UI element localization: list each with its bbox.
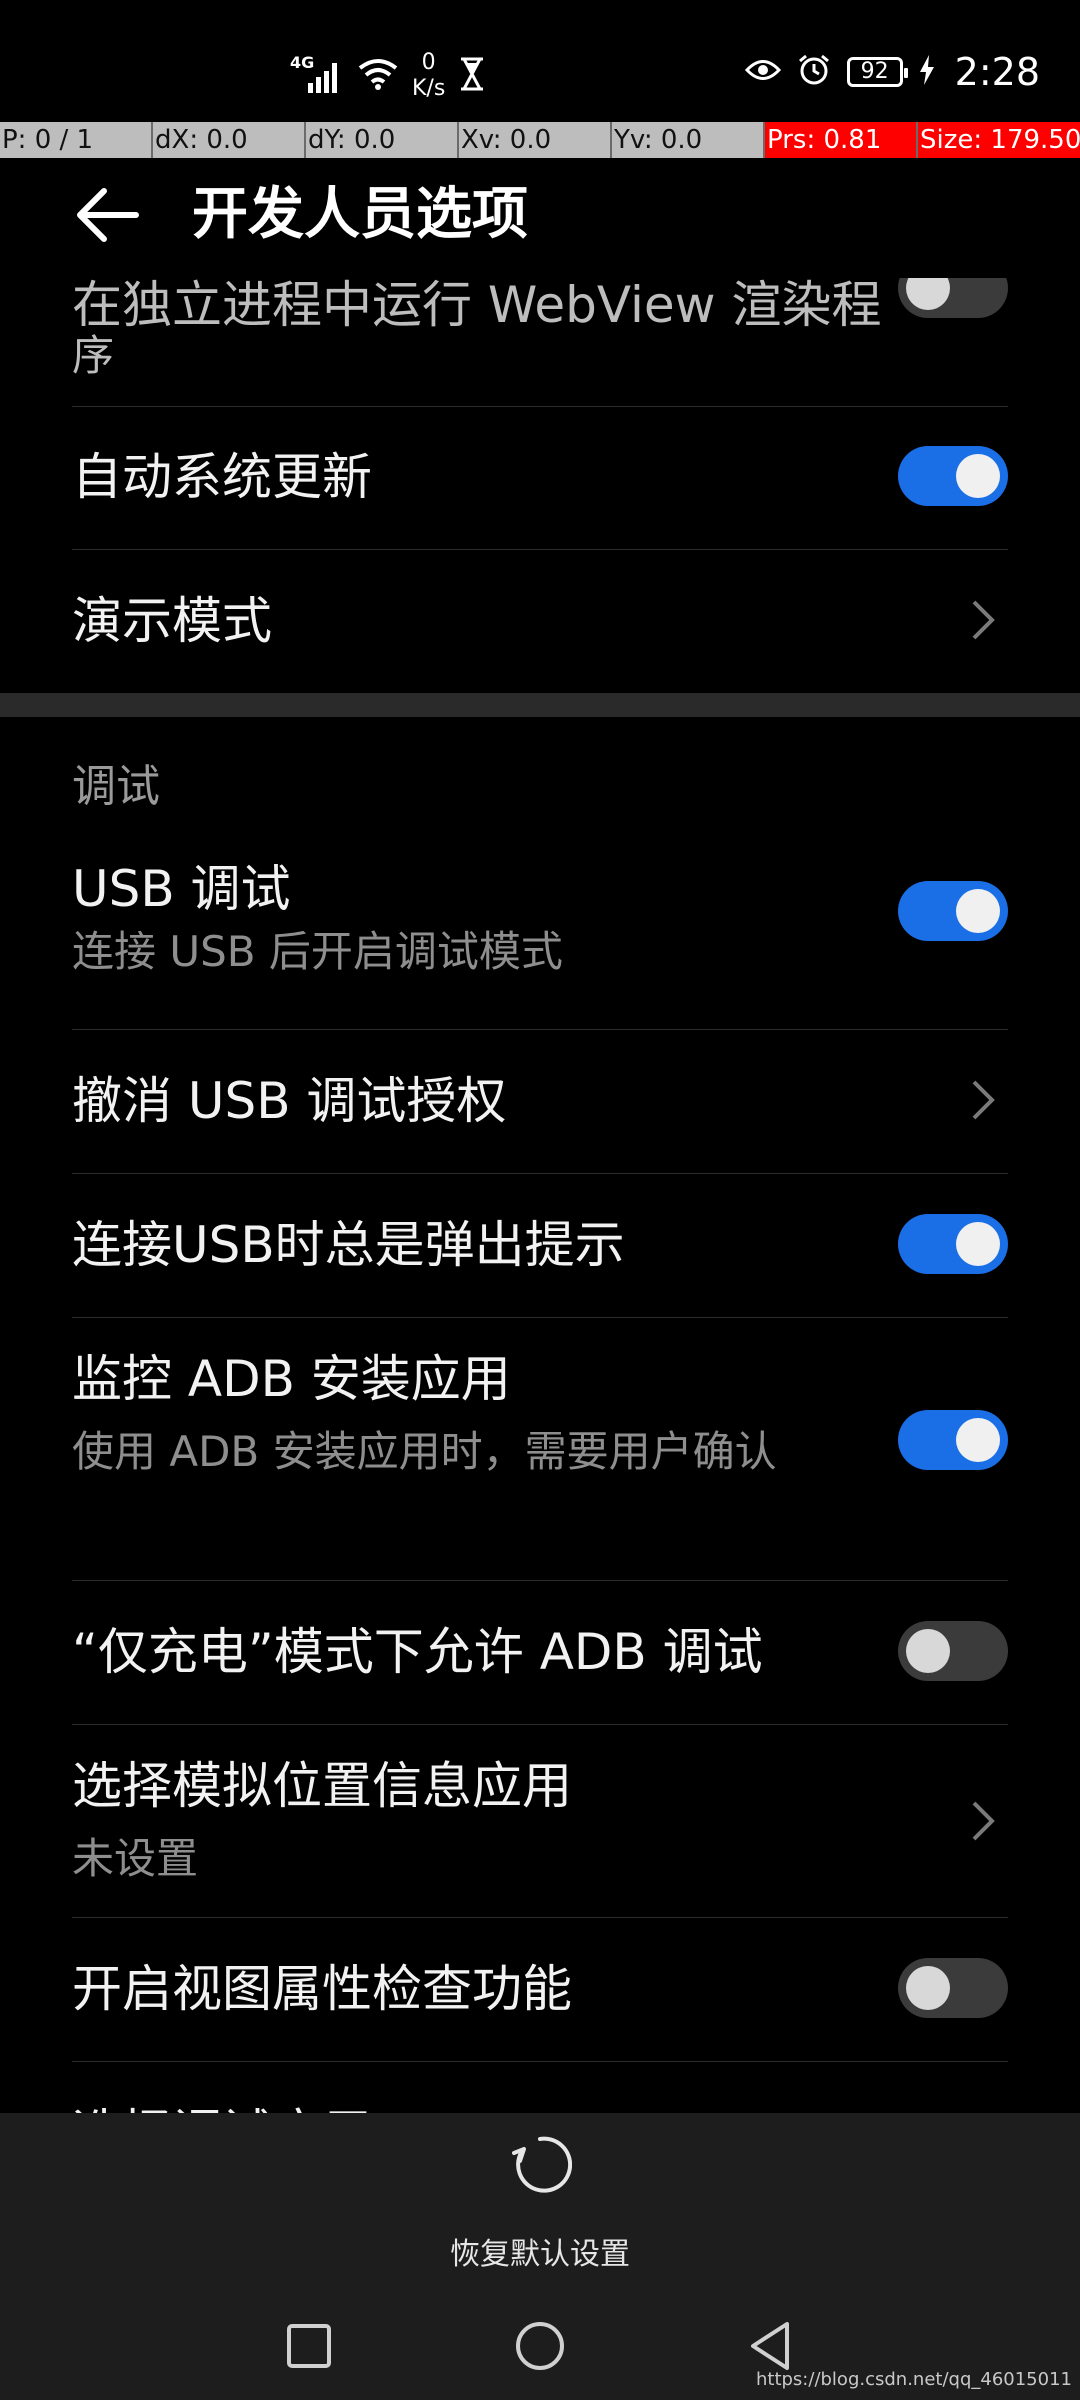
- adb-install-monitor-subtitle: 使用 ADB 安装应用时，需要用户确认: [72, 1427, 777, 1476]
- pointer-yv: Yv: 0.0: [612, 122, 765, 158]
- bottom-panel: 恢复默认设置 https://blog.csdn.net/qq_46015011: [0, 2113, 1080, 2400]
- demo-mode-title: 演示模式: [72, 592, 272, 650]
- usb-connect-prompt-title: 连接USB时总是弹出提示: [72, 1216, 625, 1274]
- debug-app-title: 选择调试应用: [72, 2102, 372, 2113]
- auto-system-update-toggle[interactable]: [898, 446, 1008, 506]
- pointer-size: Size: 179.50: [918, 122, 1080, 158]
- charge-only-adb-title: “仅充电”模式下允许 ADB 调试: [72, 1623, 763, 1681]
- usb-debugging-title: USB 调试: [72, 860, 291, 918]
- mock-location-app-title: 选择模拟位置信息应用: [72, 1757, 572, 1815]
- page-title: 开发人员选项: [192, 182, 528, 247]
- auto-system-update-title: 自动系统更新: [72, 448, 372, 506]
- watermark-text: https://blog.csdn.net/qq_46015011: [755, 2369, 1072, 2390]
- charging-icon: [919, 55, 935, 89]
- view-attr-inspection-item[interactable]: 开启视图属性检查功能: [72, 1918, 1008, 2062]
- chevron-right-icon: [972, 1801, 995, 1841]
- webview-process-title-cont: 序: [72, 331, 115, 380]
- status-right: 92 2:28: [744, 50, 1040, 94]
- battery-icon: 92: [846, 57, 908, 87]
- battery-level: 92: [860, 59, 889, 84]
- home-icon[interactable]: [510, 2316, 570, 2376]
- mock-location-app-subtitle: 未设置: [72, 1834, 199, 1883]
- adb-install-monitor-title: 监控 ADB 安装应用: [72, 1350, 511, 1408]
- toggle-knob: [956, 1222, 1000, 1266]
- view-attr-inspection-toggle[interactable]: [898, 1958, 1008, 2018]
- back-icon[interactable]: [741, 2316, 801, 2376]
- toggle-knob: [906, 278, 950, 310]
- toggle-knob: [906, 1966, 950, 2010]
- pointer-pressure: Prs: 0.81: [765, 122, 918, 158]
- pointer-count: P: 0 / 1: [0, 122, 153, 158]
- status-center: 4G 0 K/s: [290, 50, 485, 102]
- chevron-right-icon: [972, 1080, 995, 1120]
- auto-system-update-item[interactable]: 自动系统更新: [72, 406, 1008, 550]
- clock: 2:28: [954, 50, 1040, 94]
- webview-process-item[interactable]: 在独立进程中运行 WebView 渲染程 序: [72, 278, 1008, 407]
- section-header-debug: 调试: [72, 761, 160, 812]
- usb-connect-prompt-toggle[interactable]: [898, 1214, 1008, 1274]
- usb-debugging-toggle[interactable]: [898, 881, 1008, 941]
- recent-apps-icon[interactable]: [279, 2316, 339, 2376]
- app-bar: 开发人员选项: [0, 158, 1080, 278]
- charge-only-adb-item[interactable]: “仅充电”模式下允许 ADB 调试: [72, 1581, 1008, 1725]
- usb-debugging-subtitle: 连接 USB 后开启调试模式: [72, 927, 563, 976]
- pointer-location-bar: P: 0 / 1 dX: 0.0 dY: 0.0 Xv: 0.0 Yv: 0.0…: [0, 122, 1080, 158]
- section-divider: [0, 693, 1080, 717]
- wifi-icon: [358, 58, 398, 94]
- restore-defaults-button[interactable]: 恢复默认设置: [390, 2133, 690, 2283]
- cellular-signal-icon: 4G: [290, 53, 344, 93]
- settings-list[interactable]: 在独立进程中运行 WebView 渲染程 序 自动系统更新 演示模式 调试 US…: [0, 278, 1080, 2113]
- adb-install-monitor-toggle[interactable]: [898, 1410, 1008, 1470]
- revoke-usb-auth-title: 撤消 USB 调试授权: [72, 1072, 507, 1130]
- pointer-dx: dX: 0.0: [153, 122, 306, 158]
- view-attr-inspection-title: 开启视图属性检查功能: [72, 1960, 572, 2018]
- speed-value: 0: [421, 50, 436, 75]
- chevron-right-icon: [972, 600, 995, 640]
- alarm-icon: [797, 53, 831, 91]
- revoke-usb-auth-item[interactable]: 撤消 USB 调试授权: [72, 1030, 1008, 1174]
- mock-location-app-item[interactable]: 选择模拟位置信息应用 未设置: [72, 1725, 1008, 1918]
- demo-mode-item[interactable]: 演示模式: [72, 550, 1008, 693]
- debug-app-item[interactable]: 选择调试应用: [72, 2062, 1008, 2113]
- usb-connect-prompt-item[interactable]: 连接USB时总是弹出提示: [72, 1174, 1008, 1318]
- hourglass-icon: [459, 57, 485, 95]
- restore-defaults-label: 恢复默认设置: [450, 2237, 630, 2272]
- pointer-dy: dY: 0.0: [306, 122, 459, 158]
- charge-only-adb-toggle[interactable]: [898, 1621, 1008, 1681]
- usb-debugging-item[interactable]: USB 调试 连接 USB 后开启调试模式: [72, 858, 1008, 1030]
- eye-icon: [744, 57, 781, 87]
- back-arrow-icon[interactable]: [70, 173, 150, 253]
- toggle-knob: [956, 889, 1000, 933]
- toggle-knob: [956, 1418, 1000, 1462]
- webview-process-toggle[interactable]: [898, 278, 1008, 318]
- toggle-knob: [906, 1629, 950, 1673]
- adb-install-monitor-item[interactable]: 监控 ADB 安装应用 使用 ADB 安装应用时，需要用户确认: [72, 1318, 1008, 1581]
- pointer-xv: Xv: 0.0: [459, 122, 612, 158]
- network-speed: 0 K/s: [412, 50, 445, 102]
- speed-unit: K/s: [412, 76, 446, 101]
- restore-icon: [512, 2136, 572, 2193]
- status-bar: 4G 0 K/s 92 2:28: [0, 0, 1080, 122]
- toggle-knob: [956, 454, 1000, 498]
